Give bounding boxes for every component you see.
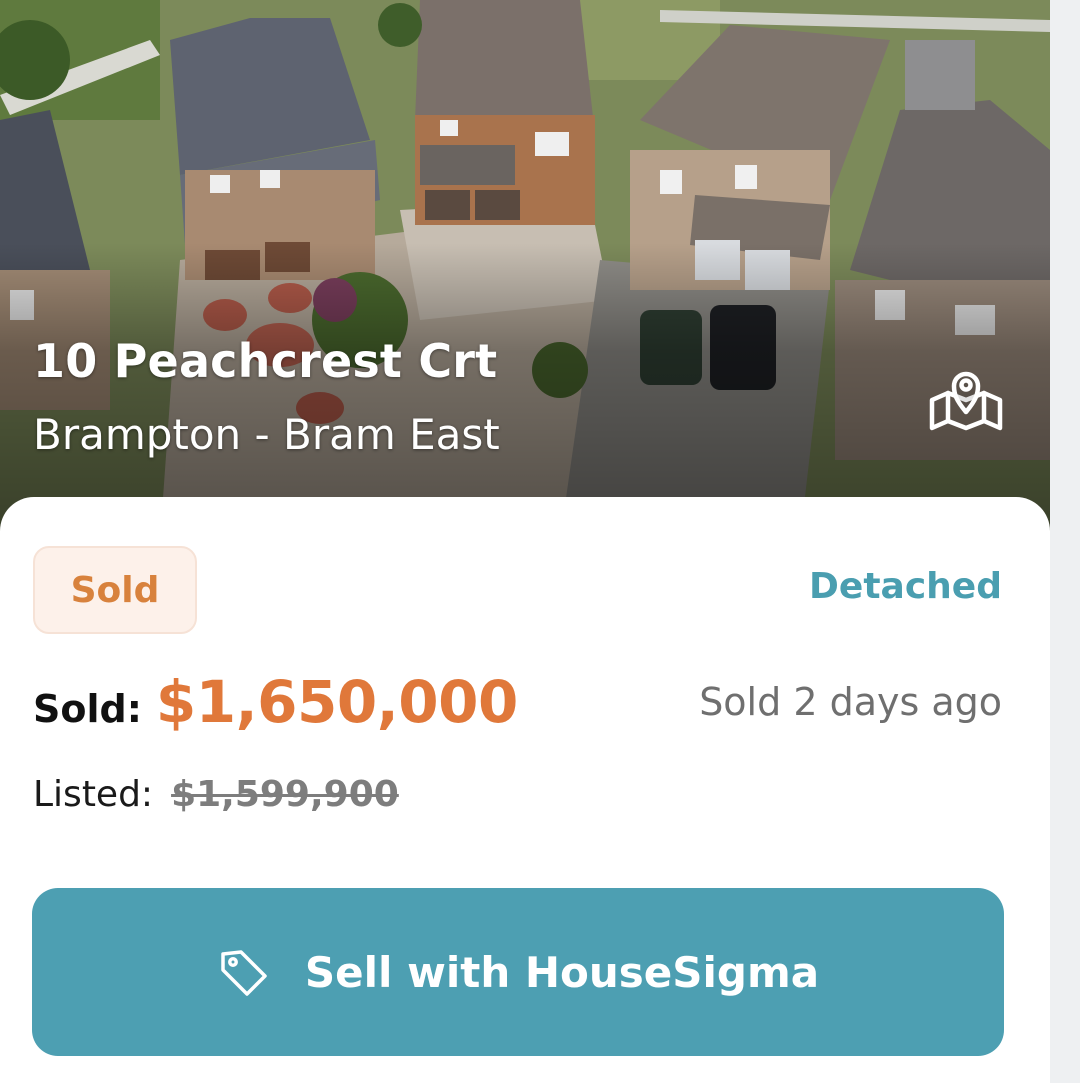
listing-community: Brampton - Bram East (33, 410, 500, 459)
sold-price-label: Sold: (33, 687, 142, 731)
sell-with-housesigma-button[interactable]: Sell with HouseSigma (32, 888, 1004, 1056)
property-type: Detached (809, 566, 1002, 607)
photo-gradient-overlay (0, 0, 1050, 540)
sold-price-row: Sold: $1,650,000 (33, 668, 518, 736)
scrollbar-gutter (1050, 0, 1080, 1083)
map-pin-icon (929, 371, 1003, 431)
listed-price-label: Listed: (33, 774, 154, 815)
listing-address: 10 Peachcrest Crt (33, 334, 498, 388)
listed-price-row: Listed: $1,599,900 (33, 774, 399, 815)
status-badge: Sold (33, 546, 197, 634)
map-button[interactable] (926, 360, 1008, 434)
tag-icon (217, 946, 269, 998)
listed-price: $1,599,900 (171, 774, 399, 815)
sell-button-label: Sell with HouseSigma (304, 947, 820, 997)
sold-price: $1,650,000 (155, 668, 518, 736)
property-photo[interactable]: 10 Peachcrest Crt Brampton - Bram East (0, 0, 1050, 540)
listing-card-screen: 10 Peachcrest Crt Brampton - Bram East S… (0, 0, 1050, 1083)
sold-date: Sold 2 days ago (699, 680, 1002, 724)
